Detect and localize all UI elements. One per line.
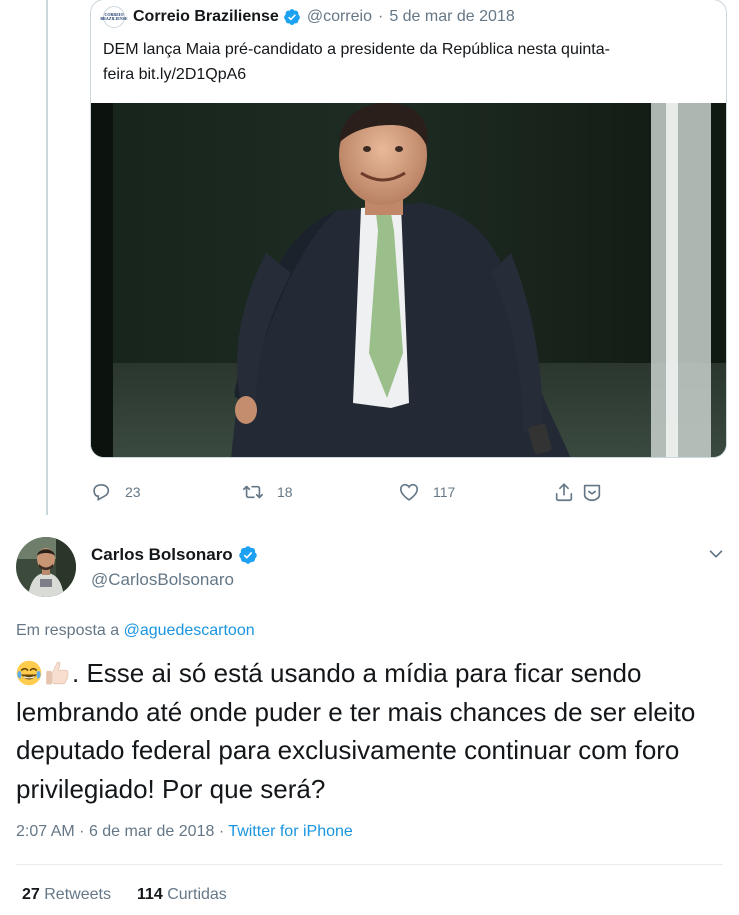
retweet-count: 18 [277, 484, 293, 500]
quoted-author-name[interactable]: Correio Braziliense [133, 8, 279, 26]
meta-separator: · [377, 8, 384, 25]
retweet-icon [243, 485, 263, 499]
quoted-tweet-text-line: DEM lança Maia pré-candidato a president… [103, 41, 610, 58]
thumbs-up-icon [46, 661, 69, 685]
tweet-text: . Esse ai só está usando a mídia para fi… [16, 654, 721, 808]
like-button[interactable]: 117 [398, 481, 455, 503]
reply-count: 23 [125, 484, 141, 500]
quoted-author-handle[interactable]: @correio [307, 8, 372, 26]
retweets-count: 27 [22, 886, 40, 903]
share-icon [555, 483, 573, 502]
divider [16, 864, 723, 865]
reply-context: Em resposta a @aguedescartoon [16, 622, 255, 640]
quoted-tweet-photo[interactable] [91, 103, 727, 458]
reply-button[interactable]: 23 [90, 481, 141, 503]
face-with-tears-of-joy-icon [16, 660, 42, 686]
quoted-tweet-header: CORREIO BRAZILIENSE Correio Braziliense … [100, 6, 515, 28]
quoted-tweet-card[interactable]: CORREIO BRAZILIENSE Correio Braziliense … [90, 0, 727, 458]
author-avatar[interactable] [16, 537, 76, 597]
reply-prefix: Em resposta a [16, 622, 120, 639]
tweet-meta: 2:07 AM · 6 de mar de 2018 · Twitter for… [16, 823, 353, 841]
quoted-tweet-date[interactable]: 5 de mar de 2018 [389, 8, 514, 26]
verified-badge-icon [238, 546, 257, 564]
likes-stat[interactable]: 114 Curtidas [137, 886, 227, 903]
direct-message-icon [583, 484, 601, 502]
verified-badge-icon [283, 9, 300, 25]
share-button[interactable] [553, 481, 575, 503]
meta-separator: · [79, 823, 85, 840]
meta-separator: · [218, 823, 225, 840]
tweet-time[interactable]: 2:07 AM [16, 823, 75, 840]
author-name[interactable]: Carlos Bolsonaro [91, 545, 233, 565]
heart-icon [399, 483, 419, 501]
retweets-stat[interactable]: 27 Retweets [22, 886, 111, 903]
author-name-row: Carlos Bolsonaro [91, 545, 258, 565]
reply-icon [93, 484, 110, 502]
quoted-author-avatar[interactable]: CORREIO BRAZILIENSE [100, 6, 128, 28]
quoted-tweet-text-line: feira bit.ly/2D1QpA6 [103, 66, 247, 83]
avatar-logo-text: BRAZILIENSE [100, 16, 128, 21]
author-handle[interactable]: @CarlosBolsonaro [91, 570, 234, 590]
likes-count: 114 [136, 886, 163, 903]
chevron-down-icon[interactable] [705, 543, 727, 565]
retweet-button[interactable]: 18 [242, 481, 293, 503]
tweet-source-link[interactable]: Twitter for iPhone [228, 823, 353, 840]
tweet-date[interactable]: 6 de mar de 2018 [89, 823, 214, 840]
tweet-stats: 27 Retweets 114 Curtidas [22, 886, 227, 904]
reply-to-handle-link[interactable]: @aguedescartoon [124, 622, 255, 639]
quoted-tweet-text: DEM lança Maia pré-candidato a president… [103, 37, 703, 87]
like-count: 117 [433, 484, 456, 500]
retweets-label: Retweets [44, 886, 111, 903]
likes-label: Curtidas [167, 886, 227, 903]
tweet-text-body: . Esse ai só está usando a mídia para fi… [16, 658, 696, 804]
thread-connector-line [46, 0, 48, 515]
dm-button[interactable] [581, 481, 603, 503]
